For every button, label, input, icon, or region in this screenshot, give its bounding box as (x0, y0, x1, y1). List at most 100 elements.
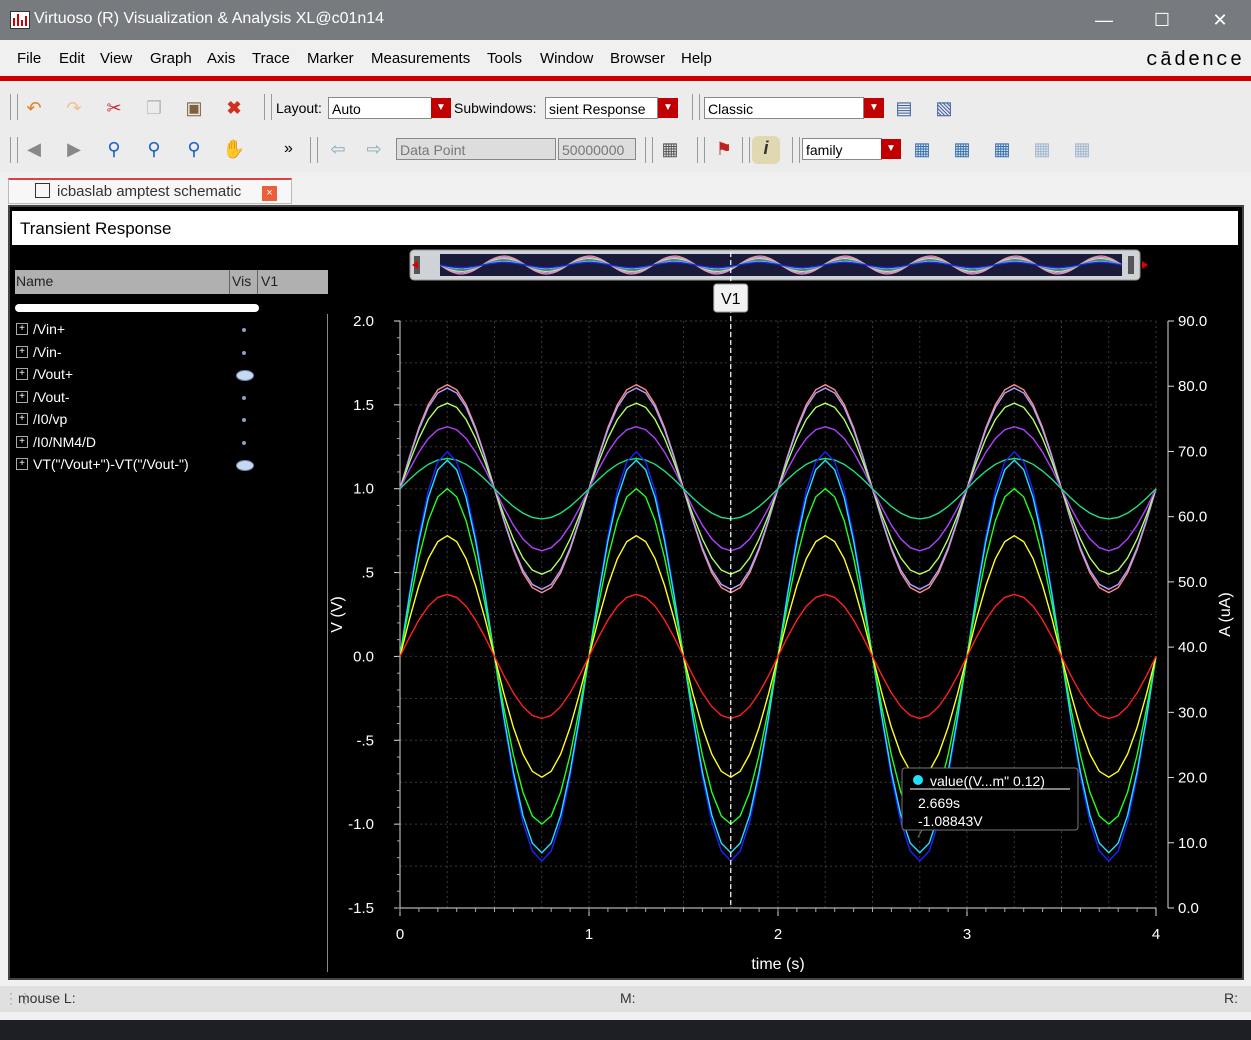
menu-graph[interactable]: Graph (150, 50, 192, 67)
series-line[interactable] (399, 593, 1157, 720)
expand-icon[interactable]: + (16, 323, 28, 335)
y-tick-label: -1.5 (348, 900, 374, 917)
toolbar-grip[interactable] (10, 137, 18, 163)
transient-chart[interactable]: 2.0 1.5 1.0 .5 0.0 -.5 -1.0 -1.5 0 1 2 3 4 90.0 80.0 70… (328, 246, 1238, 972)
zoom-in-icon[interactable]: ⚲ (142, 137, 166, 161)
redo-icon[interactable]: ↷ (62, 96, 86, 120)
menu-view[interactable]: View (100, 50, 132, 67)
menu-tools[interactable]: Tools (487, 50, 522, 67)
layout-dropdown-icon[interactable]: ▼ (431, 98, 451, 118)
calculator-icon[interactable]: ▦ (658, 137, 682, 161)
tab-schematic[interactable]: icbaslab amptest schematic × (8, 178, 292, 204)
trace-name: /Vout+ (33, 366, 74, 382)
back-icon[interactable]: ◀ (22, 137, 46, 161)
overview-right-handle[interactable] (1128, 256, 1134, 274)
info-icon[interactable]: i (752, 136, 780, 164)
family-refresh-icon[interactable]: ▦ (1070, 137, 1094, 161)
menu-measurements[interactable]: Measurements (371, 50, 470, 67)
trace-row[interactable]: + /Vin- (16, 343, 316, 363)
toolbar-grip[interactable] (10, 94, 18, 120)
layout-combo[interactable]: Auto (328, 97, 432, 119)
trace-row[interactable]: + /Vout- (16, 388, 316, 408)
toolbar-grip[interactable] (697, 137, 705, 163)
family-add-icon[interactable]: ▦ (1030, 137, 1054, 161)
minimize-button[interactable]: — (1081, 6, 1127, 34)
trace-row[interactable]: + /Vin+ (16, 320, 316, 340)
close-button[interactable]: ✕ (1197, 6, 1243, 34)
marker-type-combo[interactable]: Data Point (396, 138, 556, 160)
subwindows-dropdown-icon[interactable]: ▼ (658, 98, 678, 118)
menu-file[interactable]: File (17, 50, 41, 67)
browser-scrollbar[interactable] (15, 304, 259, 312)
menu-trace[interactable]: Trace (252, 50, 290, 67)
family-graph-icon[interactable]: ▦ (990, 137, 1014, 161)
copy-icon[interactable]: ❐ (142, 96, 166, 120)
dot-icon[interactable] (242, 328, 246, 332)
toolbar-grip[interactable] (792, 137, 800, 163)
cut-icon[interactable]: ✂ (102, 96, 126, 120)
trace-row[interactable]: + /I0/vp (16, 410, 316, 430)
trace-row[interactable]: + /I0/NM4/D (16, 433, 316, 453)
expand-icon[interactable]: + (16, 458, 28, 470)
next-marker-icon[interactable]: ⇨ (362, 137, 386, 161)
eye-icon[interactable] (236, 460, 254, 471)
zoom-out-icon[interactable]: ⚲ (182, 137, 206, 161)
pan-icon[interactable]: ✋ (222, 137, 246, 161)
delete-icon[interactable]: ✖ (222, 96, 246, 120)
dot-icon[interactable] (242, 350, 246, 355)
menu-edit[interactable]: Edit (59, 50, 85, 67)
overview-right-arrow-icon[interactable] (1142, 261, 1148, 269)
expand-icon[interactable]: + (16, 345, 28, 358)
trace-name: /I0/vp (33, 411, 68, 427)
cadence-logo: cādence (1146, 49, 1245, 72)
family-collapse-icon[interactable]: ▦ (950, 137, 974, 161)
expand-icon[interactable]: + (16, 413, 28, 425)
toolbar-main: ↶ ↷ ✂ ❐ ▣ ✖ Layout: Auto ▼ Subwindows: s… (0, 82, 1251, 128)
eye-icon[interactable] (236, 370, 254, 381)
undo-icon[interactable]: ↶ (22, 96, 46, 120)
forward-icon[interactable]: ▶ (62, 137, 86, 161)
toolbar-graph: ◀ ▶ ⚲ ⚲ ⚲ ✋ » ⇦ ⇨ Data Point 50000000 ▦ … (0, 128, 1251, 172)
tab-close-icon[interactable]: × (262, 186, 277, 201)
family-dropdown-icon[interactable]: ▼ (881, 139, 901, 159)
point-marker-x: 2.669s (918, 795, 960, 811)
column-name: Name (16, 273, 54, 289)
flag-icon[interactable]: ⚑ (712, 137, 736, 161)
y2-tick-label: 10.0 (1178, 835, 1207, 852)
style-dropdown-icon[interactable]: ▼ (864, 98, 884, 118)
marker-value-input[interactable]: 50000000 (558, 138, 636, 160)
window-list-icon[interactable]: ▤ (892, 96, 916, 120)
paste-icon[interactable]: ▣ (182, 96, 206, 120)
trace-row[interactable]: + VT("/Vout+")-VT("/Vout-") (16, 455, 316, 475)
expand-icon[interactable]: + (16, 368, 28, 380)
family-spread-icon[interactable]: ▦ (910, 137, 934, 161)
toolbar-grip[interactable] (645, 137, 653, 163)
toolbar-grip[interactable] (692, 94, 700, 120)
toolbar-more-button[interactable]: » (284, 140, 293, 158)
trace-row[interactable]: + /Vout+ (16, 365, 316, 385)
dot-icon[interactable] (242, 440, 246, 445)
subwindows-combo[interactable]: sient Response (545, 97, 658, 119)
dot-icon[interactable] (242, 418, 246, 422)
menu-help[interactable]: Help (681, 50, 712, 67)
menu-window[interactable]: Window (540, 50, 593, 67)
zoom-fit-icon[interactable]: ⚲ (102, 137, 126, 161)
os-taskbar (0, 1020, 1251, 1040)
window-close-icon[interactable]: ▧ (932, 96, 956, 120)
prev-marker-icon[interactable]: ⇦ (326, 137, 350, 161)
family-combo[interactable]: family (802, 138, 882, 160)
menu-browser[interactable]: Browser (610, 50, 665, 67)
expand-icon[interactable]: + (16, 390, 28, 403)
maximize-button[interactable]: ☐ (1139, 6, 1185, 34)
window-title: Virtuoso (R) Visualization & Analysis XL… (34, 10, 385, 27)
y2-tick-label: 50.0 (1178, 574, 1207, 591)
status-mouse-middle: M: (620, 990, 636, 1006)
dot-icon[interactable] (242, 395, 246, 400)
toolbar-grip[interactable] (742, 137, 750, 163)
toolbar-grip[interactable] (310, 137, 318, 163)
menu-axis[interactable]: Axis (207, 50, 235, 67)
menu-marker[interactable]: Marker (307, 50, 354, 67)
style-combo[interactable]: Classic (704, 97, 864, 119)
toolbar-grip[interactable] (264, 94, 272, 120)
expand-icon[interactable]: + (16, 435, 28, 448)
